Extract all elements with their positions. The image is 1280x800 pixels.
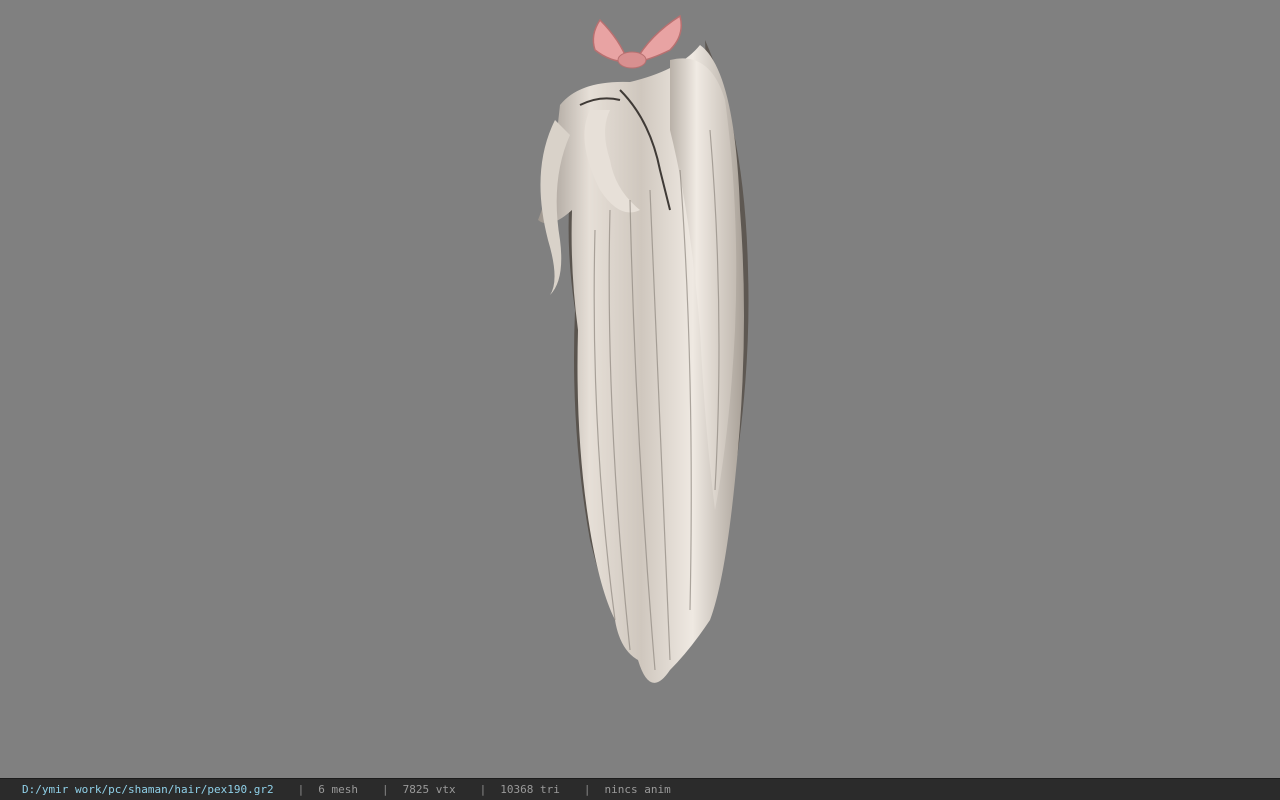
vertex-count: 7825 vtx <box>402 783 456 796</box>
separator: | <box>583 783 591 796</box>
separator: | <box>382 783 389 796</box>
separator: | <box>297 783 305 796</box>
3d-viewport[interactable] <box>0 0 1280 778</box>
animation-status: nincs anim <box>604 783 671 796</box>
triangle-count: 10368 tri <box>500 783 560 796</box>
separator: | <box>479 783 487 796</box>
status-bar: D:/ymir work/pc/shaman/hair/pex190.gr2 |… <box>0 778 1280 800</box>
file-path: D:/ymir work/pc/shaman/hair/pex190.gr2 <box>22 783 274 796</box>
mesh-count: 6 mesh <box>318 783 359 796</box>
ribbon <box>592 14 682 69</box>
hair-model-render <box>538 14 749 683</box>
